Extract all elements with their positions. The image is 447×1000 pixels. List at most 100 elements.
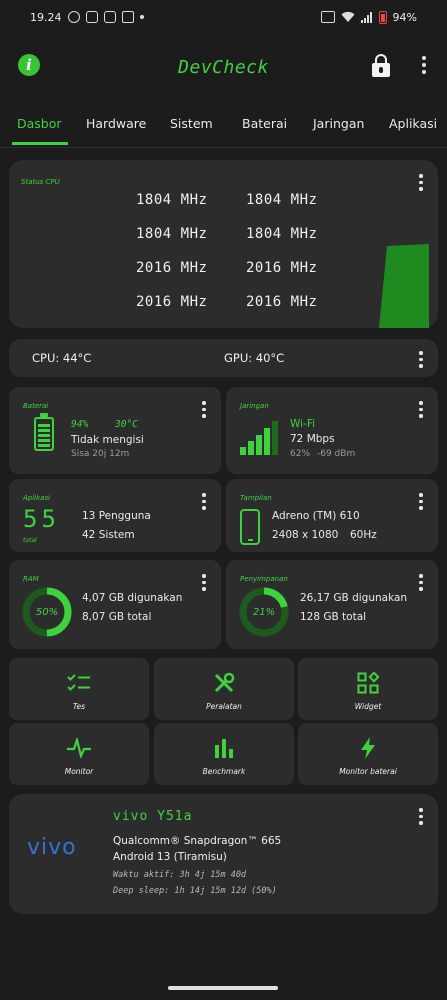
signal-strength-icon xyxy=(240,419,280,455)
bar-chart-icon xyxy=(212,736,236,760)
cpu-core-freq: 2016 MHz xyxy=(136,260,208,276)
network-tile[interactable]: Jaringan Wi-Fi 72 Mbps 62% -69 dBm xyxy=(226,387,438,474)
tab-dasbor[interactable]: Dasbor xyxy=(17,116,62,131)
widgets-icon xyxy=(356,671,380,695)
info-icon[interactable]: i xyxy=(18,54,40,76)
storage-usage-donut: 21% xyxy=(238,586,290,638)
overflow-menu-icon[interactable] xyxy=(419,56,429,74)
tab-jaringan[interactable]: Jaringan xyxy=(313,116,364,131)
app-notification-icon xyxy=(103,11,116,23)
storage-used: 26,17 GB digunakan xyxy=(300,592,408,604)
apps-tile[interactable]: Aplikasi 55 total 13 Pengguna 42 Sistem xyxy=(9,479,221,552)
card-menu-icon[interactable] xyxy=(416,351,426,368)
checklist-icon xyxy=(67,671,91,695)
device-uptime: Waktu aktif: 3h 4j 15m 40d xyxy=(113,870,247,880)
cpu-core-freq: 2016 MHz xyxy=(246,260,318,276)
battery-level-icon xyxy=(34,413,54,451)
tool-monitor-baterai[interactable]: Monitor baterai xyxy=(298,723,438,785)
card-menu-icon[interactable] xyxy=(416,174,426,191)
device-android: Android 13 (Tiramisu) xyxy=(113,851,227,863)
tab-bar: Dasbor Hardware Sistem Baterai Jaringan … xyxy=(0,106,447,146)
tool-monitor[interactable]: Monitor xyxy=(9,723,149,785)
bolt-icon xyxy=(356,736,380,760)
tool-label: Monitor baterai xyxy=(339,767,397,776)
device-card[interactable]: vivo vivo Y51a Qualcomm® Snapdragon™ 665… xyxy=(9,794,438,914)
storage-total: 128 GB total xyxy=(300,611,367,623)
display-refresh: 60Hz xyxy=(350,529,377,541)
app-title: DevCheck xyxy=(178,56,269,78)
card-menu-icon[interactable] xyxy=(416,493,426,510)
temperature-card[interactable]: CPU: 44°C GPU: 40°C xyxy=(9,339,438,377)
cpu-core-freq: 2016 MHz xyxy=(246,294,318,310)
tool-benchmark[interactable]: Benchmark xyxy=(154,723,294,785)
network-dbm: -69 dBm xyxy=(317,449,356,459)
app-notification-icon xyxy=(85,11,98,23)
network-signal: 62% xyxy=(290,449,311,459)
cpu-usage-graph xyxy=(379,244,429,328)
apps-total: 55 xyxy=(23,505,60,533)
cell-signal-icon xyxy=(360,11,372,23)
tool-widget[interactable]: Widget xyxy=(298,658,438,720)
tool-label: Widget xyxy=(354,702,382,711)
tab-hardware[interactable]: Hardware xyxy=(86,116,146,131)
status-time: 19.24 xyxy=(30,10,62,24)
tool-label: Benchmark xyxy=(202,767,246,776)
tab-baterai[interactable]: Baterai xyxy=(242,116,287,131)
storage-percent: 21% xyxy=(252,606,276,618)
tool-label: Monitor xyxy=(64,767,94,776)
battery-temp: 30°C xyxy=(115,419,138,430)
cpu-core-freq: 1804 MHz xyxy=(136,226,208,242)
status-left: 19.24 xyxy=(30,11,144,24)
card-menu-icon[interactable] xyxy=(416,808,426,825)
tab-aplikasi[interactable]: Aplikasi xyxy=(389,116,437,131)
ram-label: RAM xyxy=(23,575,39,583)
card-menu-icon[interactable] xyxy=(199,401,209,418)
network-type: Wi-Fi xyxy=(290,418,316,430)
network-label: Jaringan xyxy=(240,402,269,410)
tool-tes[interactable]: Tes xyxy=(9,658,149,720)
card-menu-icon[interactable] xyxy=(199,493,209,510)
battery-remaining: Sisa 20j 12m xyxy=(71,449,130,459)
display-tile[interactable]: Tampilan Adreno (TM) 610 2408 x 1080 60H… xyxy=(226,479,438,552)
youtube-icon xyxy=(121,11,134,23)
card-menu-icon[interactable] xyxy=(416,401,426,418)
status-bar: 19.24 94% xyxy=(0,0,447,34)
card-menu-icon[interactable] xyxy=(199,574,209,591)
home-indicator[interactable] xyxy=(168,986,278,990)
battery-tile[interactable]: Baterai 94% 30°C Tidak mengisi Sisa 20j … xyxy=(9,387,221,474)
ram-usage-donut: 50% xyxy=(21,586,73,638)
lock-icon[interactable] xyxy=(370,52,392,78)
display-resolution: 2408 x 1080 xyxy=(272,529,339,541)
tool-peralatan[interactable]: Peralatan xyxy=(154,658,294,720)
lock-body xyxy=(372,63,390,77)
cpu-status-card[interactable]: Status CPU 1804 MHz 1804 MHz 1804 MHz 18… xyxy=(9,160,438,328)
vivo-logo: vivo xyxy=(27,835,77,860)
device-name: vivo Y51a xyxy=(113,809,193,824)
ram-used: 4,07 GB digunakan xyxy=(82,592,183,604)
device-deep-sleep: Deep sleep: 1h 14j 15m 12d (50%) xyxy=(113,886,277,896)
ram-tile[interactable]: RAM 50% 4,07 GB digunakan 8,07 GB total xyxy=(9,560,221,649)
storage-label: Penyimpanan xyxy=(240,575,288,583)
cpu-core-freq: 1804 MHz xyxy=(136,192,208,208)
tab-sistem[interactable]: Sistem xyxy=(170,116,213,131)
battery-status: Tidak mengisi xyxy=(71,434,144,446)
ram-total: 8,07 GB total xyxy=(82,611,152,623)
cpu-status-label: Status CPU xyxy=(21,178,60,186)
tab-active-indicator xyxy=(12,142,68,145)
storage-tile[interactable]: Penyimpanan 21% 26,17 GB digunakan 128 G… xyxy=(226,560,438,649)
tabs-divider xyxy=(0,147,447,148)
whatsapp-icon xyxy=(67,11,80,23)
display-gpu: Adreno (TM) 610 xyxy=(272,510,360,522)
apps-user: 13 Pengguna xyxy=(82,510,151,522)
tool-label: Tes xyxy=(72,702,86,711)
battery-icon xyxy=(378,10,387,24)
network-speed: 72 Mbps xyxy=(290,433,335,445)
wifi-icon xyxy=(341,11,355,22)
battery-label: Baterai xyxy=(23,402,49,410)
phone-icon xyxy=(240,509,260,545)
pulse-icon xyxy=(67,736,91,760)
battery-level: 94% xyxy=(71,419,89,430)
ram-percent: 50% xyxy=(35,606,59,618)
card-menu-icon[interactable] xyxy=(416,574,426,591)
app-bar: i DevCheck xyxy=(0,38,447,96)
